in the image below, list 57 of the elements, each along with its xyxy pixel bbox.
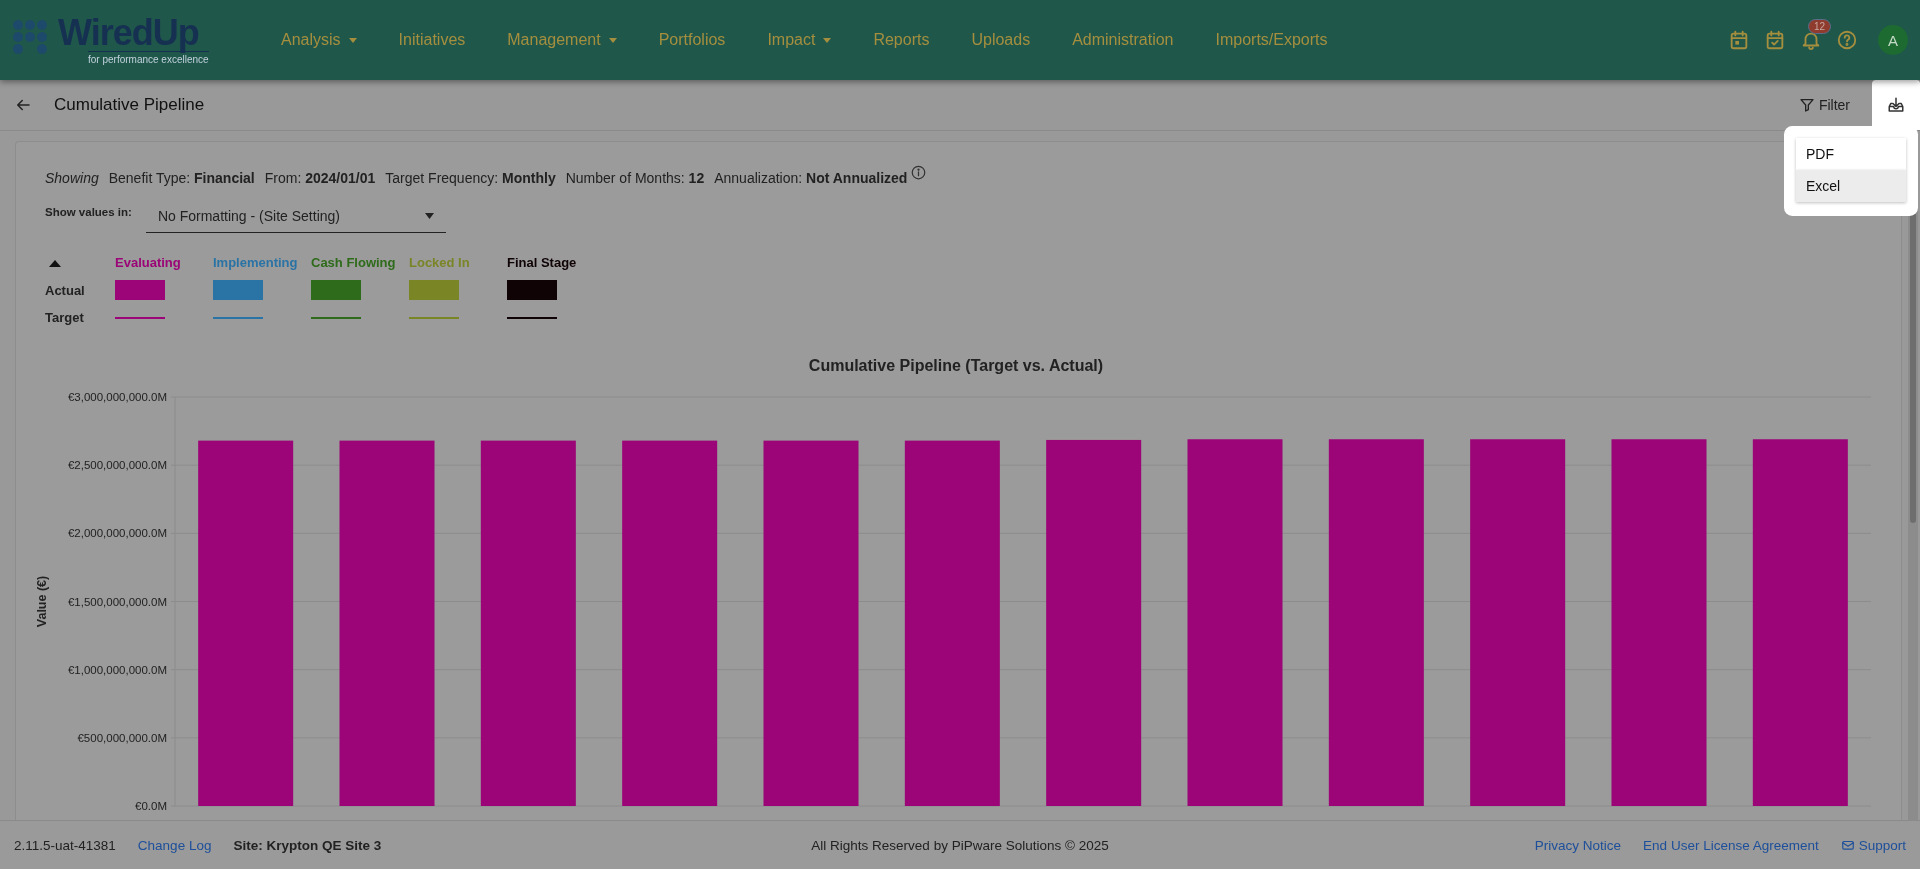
y-axis-tick-label: €0.0M xyxy=(135,800,167,812)
support-link[interactable]: Support xyxy=(1840,837,1906,853)
nav-menu-item[interactable]: Impact xyxy=(746,20,853,60)
chart-title: Cumulative Pipeline (Target vs. Actual) xyxy=(808,357,1104,374)
legend-series-name: Locked In xyxy=(409,255,471,270)
criteria-text: Annualization: Not Annualized xyxy=(714,170,908,186)
nav-menu-item[interactable]: Management xyxy=(486,20,638,60)
y-axis-tick-label: €3,000,000,000.0M xyxy=(67,391,167,403)
user-avatar[interactable]: A xyxy=(1878,25,1908,55)
info-icon[interactable] xyxy=(911,164,927,180)
nav-menu-item[interactable]: Portfolios xyxy=(637,20,747,60)
legend-row-label: Actual xyxy=(45,282,86,298)
help-icon[interactable] xyxy=(1836,29,1858,51)
change-log-link[interactable]: Change Log xyxy=(137,837,212,853)
legend-series-name: Evaluating xyxy=(115,255,182,270)
nav-menu-item[interactable]: Initiatives xyxy=(377,20,487,60)
copyright-text: All Rights Reserved by PiPware Solutions © 2025 xyxy=(810,837,1110,853)
mail-icon xyxy=(1840,838,1855,852)
site-name: Site: Krypton QE Site 3 xyxy=(233,837,382,853)
page-title: Cumulative Pipeline xyxy=(54,95,206,115)
logo-tagline: for performance excellence xyxy=(88,51,209,65)
legend-series-name: Implementing xyxy=(213,255,299,270)
y-axis-tick-label: €500,000,000.0M xyxy=(77,731,167,744)
show-values-label: Show values in: xyxy=(45,206,132,218)
criteria-text: Number of Months: 12 xyxy=(565,170,705,186)
download-tray-icon xyxy=(1887,96,1905,114)
export-menu-item[interactable]: Excel xyxy=(1796,170,1906,202)
nav-menu-item[interactable]: Analysis xyxy=(260,20,378,60)
y-axis-tick-label: €2,000,000,000.0M xyxy=(67,527,167,540)
y-axis-title: Value (€) xyxy=(35,575,49,628)
version-text: 2.11.5-uat-41381 xyxy=(14,837,116,853)
funnel-icon xyxy=(1798,97,1815,113)
export-menu-item[interactable]: PDF xyxy=(1796,138,1906,170)
showing-label: Showing xyxy=(45,170,99,186)
export-button[interactable] xyxy=(1872,80,1920,130)
nav-menu-item[interactable]: Uploads xyxy=(950,20,1052,60)
nav-menu-item[interactable]: Imports/Exports xyxy=(1194,20,1349,60)
legend-series-name: Final Stage xyxy=(507,255,578,270)
caret-icon xyxy=(424,213,434,219)
y-axis-tick-label: €1,000,000,000.0M xyxy=(67,663,167,676)
criteria-text: Target Frequency: Monthly xyxy=(385,170,556,186)
calendar-icon[interactable] xyxy=(1728,29,1750,51)
footer-link[interactable]: Privacy Notice xyxy=(1534,837,1622,853)
calendar-check-icon[interactable] xyxy=(1764,29,1786,51)
format-select[interactable]: No Formatting - (Site Setting) xyxy=(145,202,446,233)
y-axis-tick-label: €2,500,000,000.0M xyxy=(67,459,167,472)
notification-badge: 12 xyxy=(1808,19,1832,34)
legend-row-label: Target xyxy=(45,310,85,325)
footer-link[interactable]: End User License Agreement xyxy=(1643,837,1819,853)
criteria-text: From: 2024/01/01 xyxy=(264,170,376,186)
criteria-text: Benefit Type: Financial xyxy=(108,170,255,186)
legend-series-name: Cash Flowing xyxy=(311,255,397,270)
nav-menu-item[interactable]: Reports xyxy=(852,20,951,60)
collapse-toggle-icon[interactable] xyxy=(49,260,61,267)
nav-menu-item[interactable]: Administration xyxy=(1051,20,1195,60)
filter-button[interactable]: Filter xyxy=(1792,96,1856,114)
y-axis-tick-label: €1,500,000,000.0M xyxy=(67,595,167,608)
